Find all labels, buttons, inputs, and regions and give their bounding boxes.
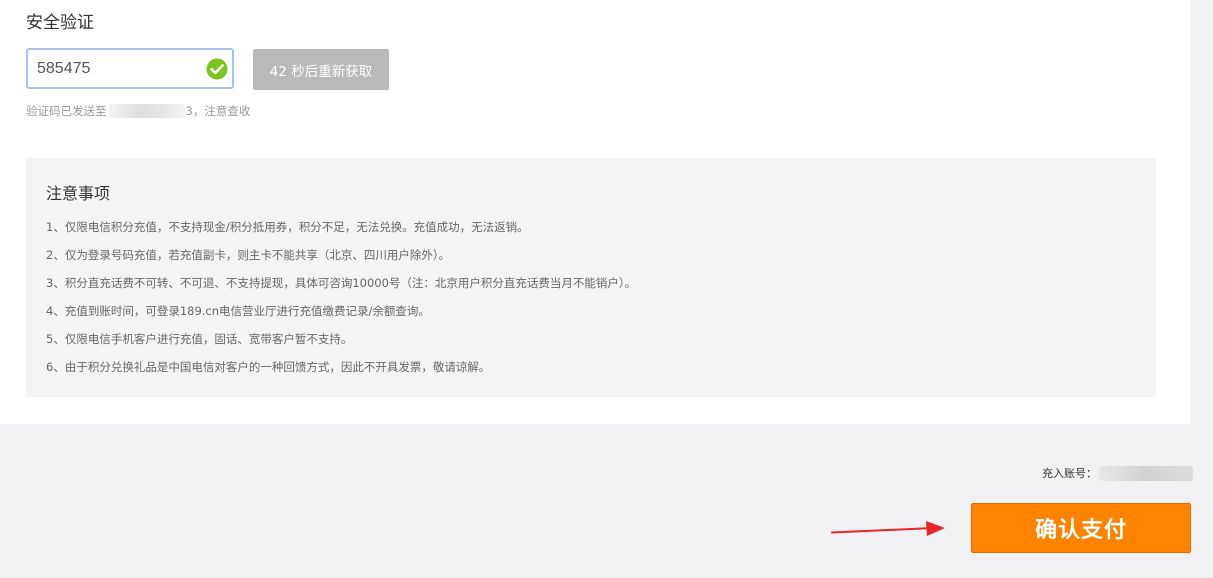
verification-code-field[interactable] bbox=[26, 48, 234, 89]
notes-item: 6、由于积分兑换礼品是中国电信对客户的一种回馈方式，因此不开具发票，敬请谅解。 bbox=[46, 360, 491, 374]
notes-panel: 注意事项 1、仅限电信积分充值，不支持现金/积分抵用券，积分不足，无法兑换。充值… bbox=[26, 158, 1156, 397]
content-card: 安全验证 42 秒后重新获取 验证码已发送至 3，注意查收 注意事项 1、仅限电… bbox=[0, 0, 1191, 424]
check-circle-icon bbox=[206, 58, 228, 80]
notes-title: 注意事项 bbox=[46, 184, 111, 203]
masked-phone-number bbox=[108, 104, 185, 118]
code-sent-note: 验证码已发送至 3，注意查收 bbox=[26, 103, 250, 119]
resend-code-button[interactable]: 42 秒后重新获取 bbox=[253, 49, 389, 90]
security-verification-title: 安全验证 bbox=[26, 13, 94, 33]
verification-code-input[interactable] bbox=[28, 50, 198, 87]
notes-item: 1、仅限电信积分充值，不支持现金/积分抵用券，积分不足，无法兑换。充值成功，无法… bbox=[46, 220, 529, 234]
masked-account-number bbox=[1099, 465, 1193, 481]
notes-item: 3、积分直充话费不可转、不可退、不支持提现，具体可咨询10000号（注：北京用户… bbox=[46, 276, 637, 290]
code-sent-suffix: 3，注意查收 bbox=[185, 104, 251, 118]
confirm-payment-button[interactable]: 确认支付 bbox=[971, 503, 1191, 553]
notes-item: 2、仅为登录号码充值，若充值副卡，则主卡不能共享（北京、四川用户除外）。 bbox=[46, 248, 451, 262]
recharge-account-label: 充入账号： bbox=[1042, 467, 1097, 480]
notes-item: 5、仅限电信手机客户进行充值，固话、宽带客户暂不支持。 bbox=[46, 332, 353, 346]
recharge-account-row: 充入账号： bbox=[1042, 465, 1193, 481]
page: 安全验证 42 秒后重新获取 验证码已发送至 3，注意查收 注意事项 1、仅限电… bbox=[0, 0, 1213, 578]
notes-list: 1、仅限电信积分充值，不支持现金/积分抵用券，积分不足，无法兑换。充值成功，无法… bbox=[46, 220, 636, 388]
code-sent-prefix: 验证码已发送至 bbox=[26, 104, 107, 118]
notes-item: 4、充值到账时间，可登录189.cn电信营业厅进行充值缴费记录/余额查询。 bbox=[46, 304, 430, 318]
red-arrow-icon bbox=[831, 521, 945, 536]
